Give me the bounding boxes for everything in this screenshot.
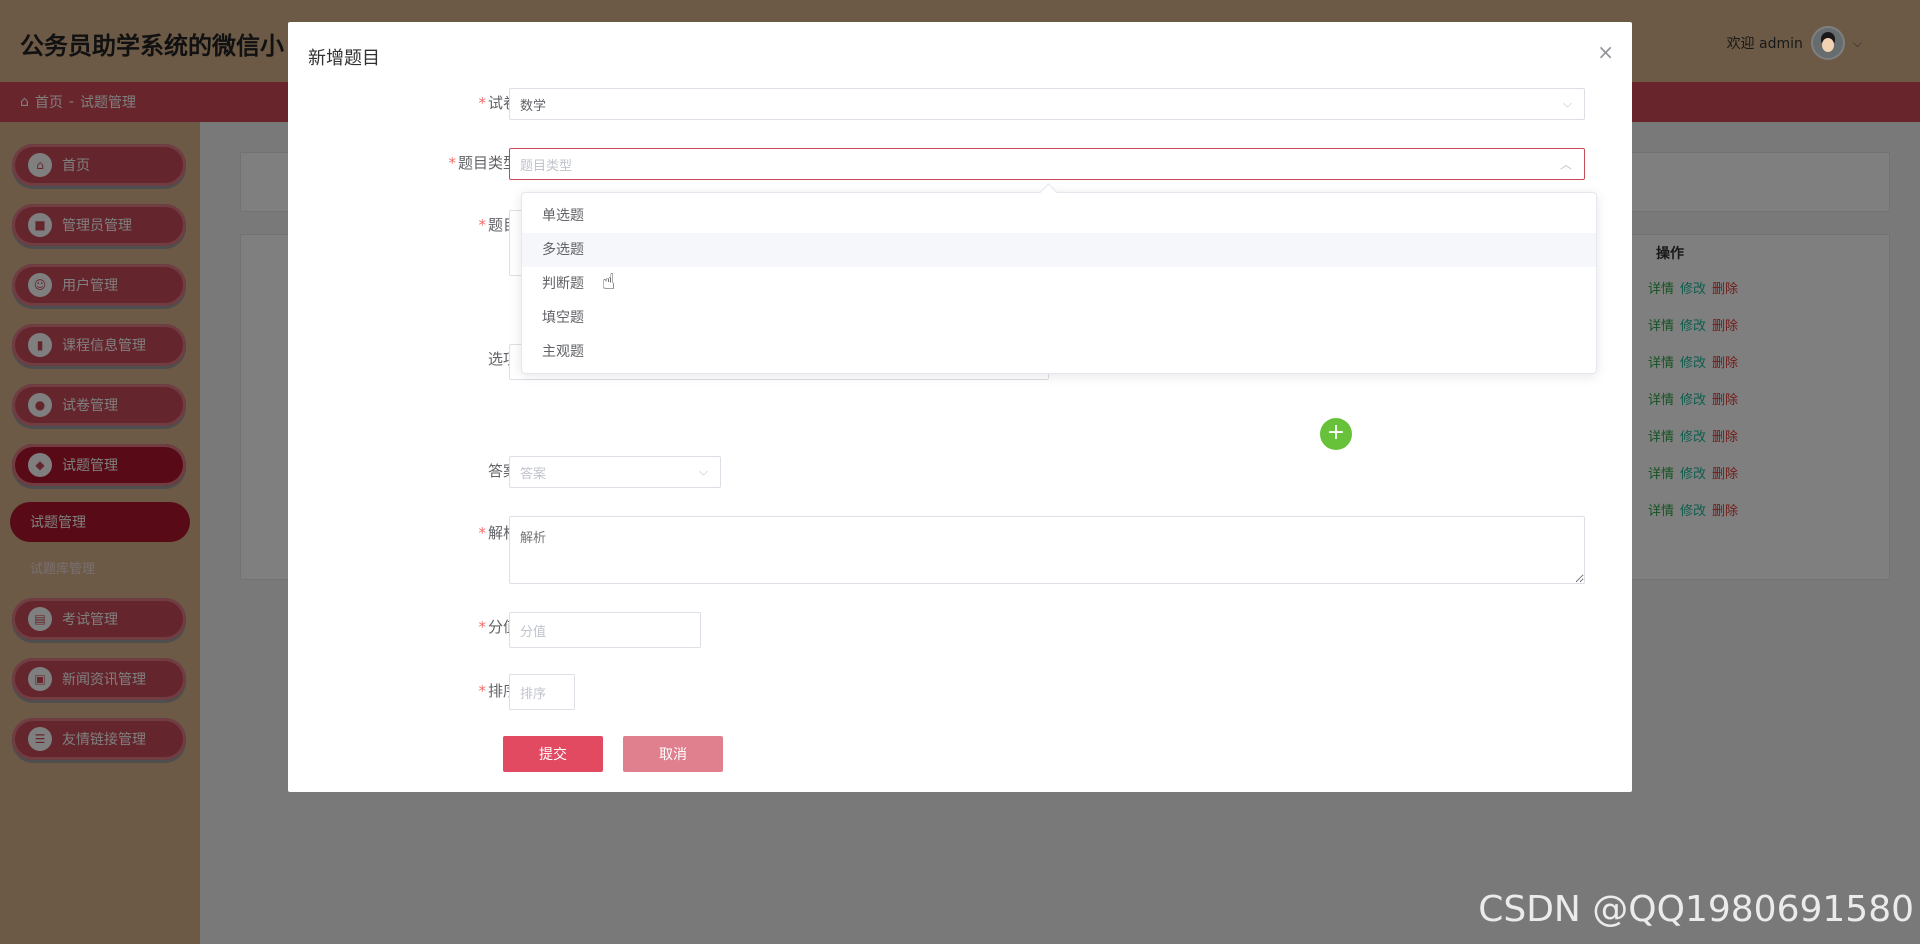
dropdown-option-fill[interactable]: 填空题: [522, 301, 1596, 335]
required-mark: *: [478, 524, 486, 542]
question-type-dropdown: 单选题 多选题 判断题 填空题 主观题: [521, 192, 1597, 374]
chevron-down-icon: ⌵: [698, 464, 708, 479]
answer-placeholder: 答案: [520, 466, 547, 482]
submit-button[interactable]: 提交: [503, 736, 603, 772]
score-placeholder: 分值: [520, 624, 547, 640]
analysis-textarea[interactable]: [509, 516, 1585, 584]
score-input[interactable]: 分值: [509, 612, 701, 648]
dialog-title: 新增题目: [308, 48, 380, 69]
score-label: * 分值: [318, 616, 518, 637]
hand-cursor-icon: ☝: [602, 270, 616, 295]
question-type-label: * 题目类型: [318, 152, 518, 173]
cancel-button[interactable]: 取消: [623, 736, 723, 772]
question-label: * 题目: [318, 214, 518, 235]
dropdown-option-subjective[interactable]: 主观题: [522, 335, 1596, 369]
add-question-dialog: 新增题目 × * 试卷 数学 ⌵ * 题目类型 题目类型 ︿ * 题目 选项 + 答案…: [288, 22, 1632, 792]
dropdown-option-judge[interactable]: 判断题: [522, 267, 1596, 301]
options-label: 选项: [318, 348, 518, 369]
required-mark: *: [448, 154, 456, 172]
answer-label: 答案: [318, 460, 518, 481]
sort-placeholder: 排序: [520, 686, 547, 702]
watermark: CSDN @QQ1980691580: [1478, 889, 1914, 930]
close-icon[interactable]: ×: [1597, 40, 1614, 64]
add-option-button[interactable]: +: [1320, 418, 1352, 450]
analysis-label: * 解析: [318, 522, 518, 543]
required-mark: *: [478, 618, 486, 636]
chevron-down-icon: ⌵: [1562, 96, 1572, 111]
sort-label: * 排序: [318, 680, 518, 701]
dropdown-option-multiple[interactable]: 多选题: [522, 233, 1596, 267]
required-mark: *: [478, 682, 486, 700]
question-type-select[interactable]: 题目类型 ︿: [509, 148, 1585, 180]
chevron-up-icon: ︿: [1559, 157, 1572, 172]
answer-select[interactable]: 答案 ⌵: [509, 456, 721, 488]
question-type-placeholder: 题目类型: [520, 158, 573, 174]
paper-select[interactable]: 数学 ⌵: [509, 88, 1585, 120]
required-mark: *: [478, 94, 486, 112]
required-mark: *: [478, 216, 486, 234]
paper-select-value: 数学: [520, 98, 547, 114]
dropdown-option-single[interactable]: 单选题: [522, 199, 1596, 233]
sort-input[interactable]: 排序: [509, 674, 575, 710]
paper-label: * 试卷: [318, 92, 518, 113]
